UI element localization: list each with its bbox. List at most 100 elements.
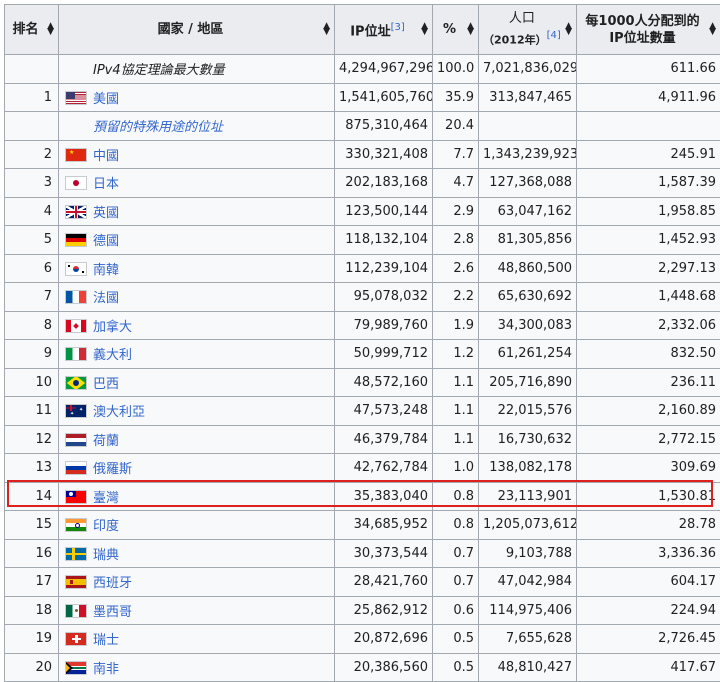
- ip-reference-link[interactable]: [3]: [391, 22, 405, 33]
- percent-cell: 20.4: [432, 111, 479, 141]
- per-capita-header[interactable]: 每1000人分配到的 IP位址數量 ▲ ▼: [576, 4, 720, 55]
- rank-cell: 6: [4, 253, 59, 283]
- rank-cell: 5: [4, 225, 59, 255]
- ip-count-cell: 330,321,408: [334, 139, 433, 169]
- percent-cell: 100.0: [432, 54, 479, 84]
- country-name[interactable]: 美國: [93, 92, 119, 107]
- flag-ca-icon: [65, 318, 87, 333]
- percent-cell: 1.1: [432, 367, 479, 397]
- percent-cell: 2.9: [432, 196, 479, 226]
- table-row: 7 法國 95,078,032 2.2 65,630,692 1,448.68: [4, 282, 720, 312]
- rank-header[interactable]: 排名 ▲ ▼: [4, 4, 59, 55]
- rank-cell: 12: [4, 424, 59, 454]
- country-name[interactable]: 加拿大: [93, 320, 132, 335]
- country-name[interactable]: 英國: [93, 206, 119, 221]
- ip-count-cell: 112,239,104: [334, 253, 433, 283]
- rank-cell: 4: [4, 196, 59, 226]
- country-name[interactable]: 法國: [93, 291, 119, 306]
- country-name[interactable]: 日本: [93, 177, 119, 192]
- table-body: IPv4協定理論最大數量 4,294,967,296 100.0 7,021,836,…: [4, 54, 720, 682]
- rank-cell: 13: [4, 453, 59, 483]
- flag-es-icon: [65, 575, 87, 590]
- population-header[interactable]: 人口 （2012年）[4] ▲ ▼: [478, 4, 577, 55]
- population-cell: 313,847,465: [478, 82, 577, 112]
- ip-count-cell: 202,183,168: [334, 168, 433, 198]
- per-capita-cell: 224.94: [576, 595, 720, 625]
- flag-au-icon: ✦ ✦: [65, 404, 87, 419]
- sort-icon[interactable]: ▲ ▼: [467, 21, 474, 36]
- country-name[interactable]: 荷蘭: [93, 434, 119, 449]
- country-header-label: 國家 / 地區: [157, 22, 224, 37]
- country-name[interactable]: 俄羅斯: [93, 462, 132, 477]
- rank-cell: 20: [4, 652, 59, 682]
- sort-icon[interactable]: ▲ ▼: [47, 21, 54, 36]
- sort-icon[interactable]: ▲ ▼: [565, 21, 572, 36]
- ip-count-cell: 34,685,952: [334, 510, 433, 540]
- sort-icon[interactable]: ▲ ▼: [709, 21, 716, 36]
- country-name[interactable]: 臺灣: [93, 491, 119, 506]
- country-name[interactable]: 瑞典: [93, 548, 119, 563]
- ip-count-cell: 123,500,144: [334, 196, 433, 226]
- rank-cell: 7: [4, 282, 59, 312]
- header-row: 排名 ▲▼ 國家 / 地區 ▲▼ IP位址[3] ▲▼ % ▲▼ 人口: [4, 4, 720, 55]
- population-cell: 127,368,088: [478, 168, 577, 198]
- ip-count-cell: 46,379,784: [334, 424, 433, 454]
- per-capita-cell: 309.69: [576, 453, 720, 483]
- sort-icon[interactable]: ▲ ▼: [323, 21, 330, 36]
- flag-kr-icon: [65, 261, 87, 276]
- population-reference-link[interactable]: [4]: [547, 30, 561, 41]
- percent-cell: 0.8: [432, 481, 479, 511]
- flag-jp-icon: [65, 176, 87, 191]
- ip-count-cell: 4,294,967,296: [334, 54, 433, 84]
- country-name[interactable]: 義大利: [93, 348, 132, 363]
- country-name[interactable]: 墨西哥: [93, 605, 132, 620]
- per-capita-cell: 4,911.96: [576, 82, 720, 112]
- ip-count-cell: 20,386,560: [334, 652, 433, 682]
- ip-header[interactable]: IP位址[3] ▲ ▼: [334, 4, 433, 55]
- population-cell: 23,113,901: [478, 481, 577, 511]
- per-capita-cell: 245.91: [576, 139, 720, 169]
- country-name[interactable]: 澳大利亞: [93, 405, 145, 420]
- percent-cell: 0.7: [432, 538, 479, 568]
- rank-cell: 3: [4, 168, 59, 198]
- country-cell: 瑞士: [58, 624, 335, 654]
- ip-count-cell: 42,762,784: [334, 453, 433, 483]
- country-name[interactable]: 瑞士: [93, 633, 119, 648]
- ip-count-cell: 118,132,104: [334, 225, 433, 255]
- percent-cell: 1.2: [432, 339, 479, 369]
- country-header[interactable]: 國家 / 地區 ▲ ▼: [58, 4, 335, 55]
- country-name[interactable]: 南韓: [93, 263, 119, 278]
- population-cell: 7,021,836,029: [478, 54, 577, 84]
- per-capita-cell: 1,452.93: [576, 225, 720, 255]
- population-cell: [478, 111, 577, 141]
- sort-icon[interactable]: ▲ ▼: [421, 21, 428, 36]
- country-name[interactable]: 西班牙: [93, 576, 132, 591]
- country-name[interactable]: 預留的特殊用途的位址: [93, 120, 223, 135]
- population-cell: 138,082,178: [478, 453, 577, 483]
- flag-se-icon: [65, 546, 87, 561]
- table-row: 2 ★ 中國 330,321,408 7.7 1,343,239,923 245.91: [4, 139, 720, 169]
- per-capita-cell: 611.66: [576, 54, 720, 84]
- country-name[interactable]: 南非: [93, 662, 119, 677]
- country-name[interactable]: 中國: [93, 149, 119, 164]
- table-row: 6 南韓 112,239,104 2.6 48,860,500 2,297.13: [4, 253, 720, 283]
- country-name[interactable]: 德國: [93, 234, 119, 249]
- country-name[interactable]: 巴西: [93, 377, 119, 392]
- table-row: 預留的特殊用途的位址 875,310,464 20.4: [4, 111, 720, 141]
- population-cell: 47,042,984: [478, 567, 577, 597]
- percent-header[interactable]: % ▲ ▼: [432, 4, 479, 55]
- per-capita-cell: 832.50: [576, 339, 720, 369]
- country-name[interactable]: 印度: [93, 519, 119, 534]
- ip-count-cell: 875,310,464: [334, 111, 433, 141]
- country-cell: 俄羅斯: [58, 453, 335, 483]
- flag-br-icon: [65, 375, 87, 390]
- table-row: 18 墨西哥 25,862,912 0.6 114,975,406 224.94: [4, 595, 720, 625]
- flag-fr-icon: [65, 290, 87, 305]
- population-cell: 63,047,162: [478, 196, 577, 226]
- flag-gb-icon: [65, 204, 87, 219]
- flag-us-icon: [65, 90, 87, 105]
- percent-cell: 0.5: [432, 652, 479, 682]
- per-capita-cell: 2,160.89: [576, 396, 720, 426]
- table-row: 16 瑞典 30,373,544 0.7 9,103,788 3,336.36: [4, 538, 720, 568]
- percent-cell: 2.2: [432, 282, 479, 312]
